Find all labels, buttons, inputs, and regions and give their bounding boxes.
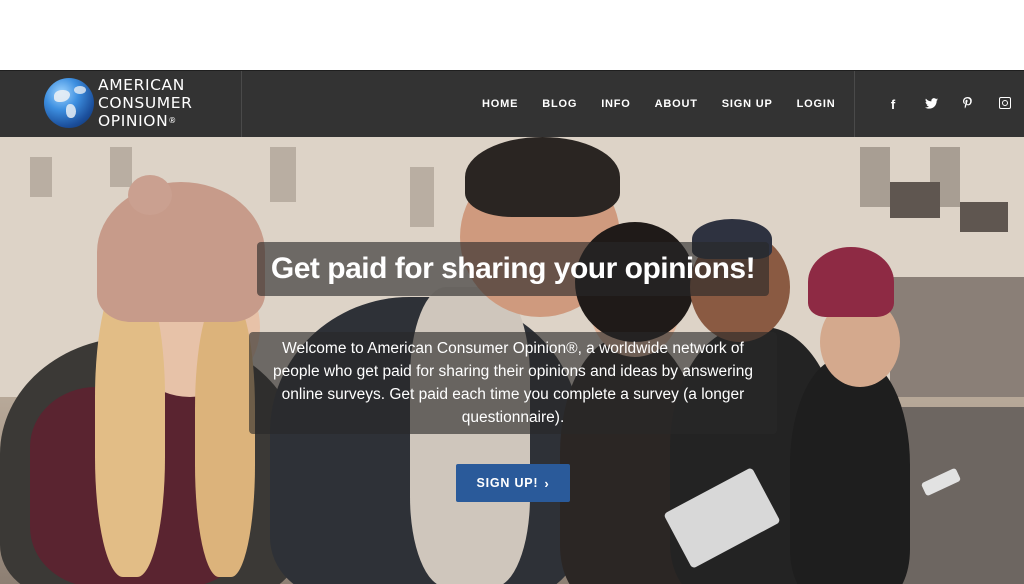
nav-home[interactable]: HOME [482, 98, 518, 110]
person-1-beanie [97, 182, 265, 322]
nav-sign-up[interactable]: SIGN UP [722, 98, 773, 110]
nav-info[interactable]: INFO [601, 98, 630, 110]
beanie-pompom [128, 175, 172, 215]
chevron-right-icon: › [544, 475, 550, 491]
nav-about[interactable]: ABOUT [655, 98, 698, 110]
brand-line-1: AMERICAN [98, 76, 185, 94]
hero-intro-text: Welcome to American Consumer Opinion®, a… [273, 340, 753, 426]
instagram-icon[interactable] [999, 96, 1011, 112]
sign-up-label: SIGN UP! [476, 476, 539, 490]
facebook-icon[interactable]: f [888, 97, 898, 112]
registered-mark: ® [168, 116, 177, 125]
person-2-hair [465, 137, 620, 217]
hero-banner: Get paid for sharing your opinions! Welc… [0, 137, 1024, 584]
building-window [860, 147, 890, 207]
brand-logo[interactable]: AMERICAN CONSUMER OPINION® [0, 71, 242, 137]
person-5-jacket [790, 357, 910, 584]
brand-name: AMERICAN CONSUMER OPINION® [98, 76, 193, 130]
brand-line-2: CONSUMER [98, 94, 193, 112]
pinterest-icon[interactable] [962, 96, 972, 112]
person-1-hair [195, 297, 255, 577]
person-5-beanie [808, 247, 894, 317]
twitter-icon[interactable] [925, 97, 938, 112]
building-window [30, 157, 52, 197]
building-window [270, 147, 296, 202]
balcony [960, 202, 1008, 232]
main-nav: HOME BLOG INFO ABOUT SIGN UP LOGIN [470, 71, 847, 137]
balcony [890, 182, 940, 218]
building-window [110, 147, 132, 187]
intro-box: Welcome to American Consumer Opinion®, a… [249, 332, 777, 434]
building-window [410, 167, 434, 227]
nav-login[interactable]: LOGIN [797, 98, 836, 110]
social-links: f [854, 71, 1024, 137]
nav-blog[interactable]: BLOG [542, 98, 577, 110]
hero-headline: Get paid for sharing your opinions! [270, 252, 756, 285]
building-lower [890, 277, 1024, 397]
sign-up-button[interactable]: SIGN UP! › [456, 464, 570, 502]
headline-box: Get paid for sharing your opinions! [257, 242, 769, 296]
site-header: AMERICAN CONSUMER OPINION® HOME BLOG INF… [0, 70, 1024, 137]
person-1-hair [95, 277, 165, 577]
brand-line-3: OPINION [98, 112, 169, 130]
globe-icon [44, 78, 94, 128]
